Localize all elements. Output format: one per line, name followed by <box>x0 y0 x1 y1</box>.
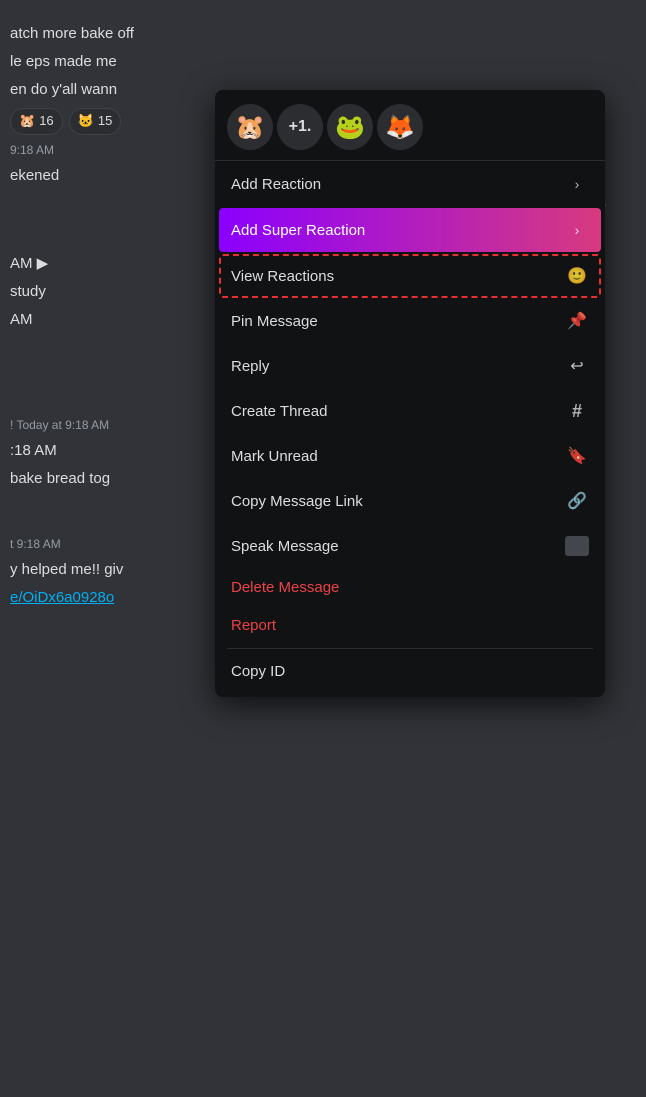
create-thread-label: Create Thread <box>231 403 565 420</box>
add-super-reaction-item[interactable]: Add Super Reaction › <box>219 208 601 252</box>
reaction-count: 15 <box>98 111 112 132</box>
mark-unread-label: Mark Unread <box>231 448 565 465</box>
add-super-reaction-label: Add Super Reaction <box>231 222 565 239</box>
link-icon: 🔗 <box>565 489 589 513</box>
report-item[interactable]: Report <box>219 607 601 644</box>
copy-message-link-label: Copy Message Link <box>231 493 565 510</box>
smiley-icon: 🙂 <box>565 264 589 288</box>
copy-id-item[interactable]: Copy ID <box>219 653 601 690</box>
copy-message-link-item[interactable]: Copy Message Link 🔗 <box>219 479 601 523</box>
report-label: Report <box>231 617 589 634</box>
copy-id-label: Copy ID <box>231 663 589 680</box>
add-reaction-label: Add Reaction <box>231 176 565 193</box>
chat-line: le eps made me <box>10 48 646 76</box>
reply-item[interactable]: Reply ↩ <box>219 344 601 388</box>
speak-toggle-icon[interactable] <box>565 534 589 558</box>
chevron-right-icon: › <box>565 218 589 242</box>
pin-icon: 📌 <box>565 309 589 333</box>
create-thread-item[interactable]: Create Thread # <box>219 389 601 433</box>
add-reaction-item[interactable]: Add Reaction › <box>219 162 601 206</box>
delete-message-item[interactable]: Delete Message <box>219 569 601 606</box>
reply-icon: ↩ <box>565 354 589 378</box>
mark-unread-item[interactable]: Mark Unread 🔖 <box>219 434 601 478</box>
reaction-badge[interactable]: 🐱 15 <box>69 108 122 135</box>
reaction-badge[interactable]: 🐹 16 <box>10 108 63 135</box>
reaction-emoji: 🐹 <box>19 111 35 132</box>
reaction-count: 16 <box>39 111 53 132</box>
emoji-frog-button[interactable]: 🐸 <box>327 104 373 150</box>
reaction-emoji: 🐱 <box>78 111 94 132</box>
thread-icon: # <box>565 399 589 423</box>
pin-message-item[interactable]: Pin Message 📌 <box>219 299 601 343</box>
view-reactions-label: View Reactions <box>231 268 565 285</box>
emoji-fox-button[interactable]: 🦊 <box>377 104 423 150</box>
delete-message-label: Delete Message <box>231 579 589 596</box>
emoji-plus1-button[interactable]: +1. <box>277 104 323 150</box>
context-menu: 🐹 +1. 🐸 🦊 Add Reaction › Add Super React… <box>215 90 605 697</box>
chevron-right-icon: › <box>565 172 589 196</box>
speak-toggle[interactable] <box>565 536 589 556</box>
speak-message-item[interactable]: Speak Message <box>219 524 601 568</box>
speak-message-label: Speak Message <box>231 538 565 555</box>
chat-line: atch more bake off <box>10 20 646 48</box>
emoji-hamster-button[interactable]: 🐹 <box>227 104 273 150</box>
bookmark-icon: 🔖 <box>565 444 589 468</box>
menu-divider <box>227 648 593 649</box>
pin-message-label: Pin Message <box>231 313 565 330</box>
reply-label: Reply <box>231 358 565 375</box>
emoji-reaction-row: 🐹 +1. 🐸 🦊 <box>215 96 605 161</box>
view-reactions-item[interactable]: View Reactions 🙂 <box>219 254 601 298</box>
